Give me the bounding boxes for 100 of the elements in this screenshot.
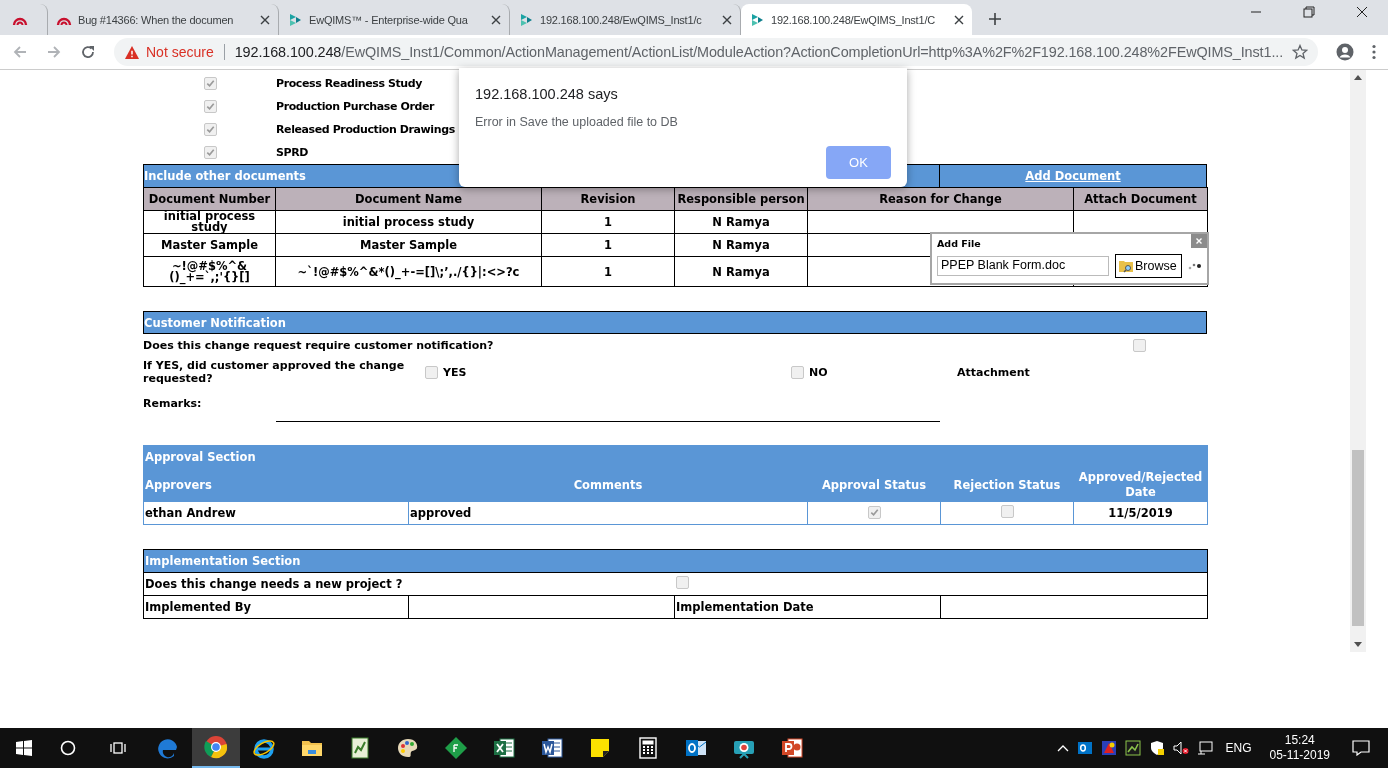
section-header: Customer Notification bbox=[143, 311, 1207, 334]
section-header: Implementation Section bbox=[143, 549, 1208, 573]
folder-search-icon bbox=[1118, 259, 1134, 273]
spreadsheet-icon bbox=[492, 736, 516, 760]
table-cell: ethan Andrew bbox=[143, 501, 409, 525]
checkbox[interactable] bbox=[791, 365, 804, 379]
restore-icon[interactable] bbox=[1303, 6, 1315, 18]
document-label: Production Purchase Order bbox=[276, 100, 434, 113]
notification-icon[interactable] bbox=[1352, 740, 1370, 756]
column-header: Document Name bbox=[275, 187, 542, 211]
field-label: Implementation Date bbox=[674, 595, 941, 619]
menu-icon[interactable] bbox=[1372, 44, 1376, 60]
remarks-label: Remarks: bbox=[143, 396, 203, 410]
column-header: Revision bbox=[541, 187, 675, 211]
table-cell: Master Sample bbox=[143, 233, 276, 257]
checkbox[interactable] bbox=[675, 576, 689, 589]
browse-button[interactable]: Browse bbox=[1115, 254, 1182, 278]
table-cell: ~`!@#$%^&*()_+-=[]\;’,./{}|:<>?c bbox=[275, 256, 542, 287]
checkbox[interactable] bbox=[1000, 505, 1014, 518]
checkbox[interactable] bbox=[204, 123, 217, 136]
chart-notepad-icon bbox=[348, 736, 372, 760]
table-cell: 11/5/2019 bbox=[1073, 501, 1208, 525]
question-label: Does this change needs a new project ? bbox=[143, 572, 675, 596]
tab-title: 192.168.100.248/EwQIMS_Inst1/C bbox=[771, 13, 936, 26]
new-tab-icon[interactable] bbox=[988, 12, 1002, 26]
document-label: Process Readiness Study bbox=[276, 77, 423, 90]
close-icon[interactable] bbox=[954, 14, 964, 25]
question-label: If YES, did customer approved the change requested? bbox=[143, 359, 406, 385]
warning-icon bbox=[124, 44, 140, 60]
url-text: 192.168.100.248/EwQIMS_Inst1/Common/ActionManagement/ActionList/ModuleAction?ActionCompletionUrl=http%3A%2F%2F192.168.100.248%2FEwQIMS_Inst1... bbox=[234, 44, 1285, 60]
windows-logo-icon[interactable] bbox=[16, 740, 32, 756]
section-header: Include other documents bbox=[144, 169, 306, 183]
presentation-icon bbox=[780, 736, 804, 760]
dialog-title: 192.168.100.248 says bbox=[475, 86, 619, 102]
tab-title: EwQIMS™ - Enterprise-wide Qua bbox=[309, 13, 469, 26]
popup-title: Add File bbox=[937, 237, 981, 249]
section-header: Approval Section bbox=[143, 445, 1208, 469]
chart-icon[interactable] bbox=[1125, 740, 1142, 756]
leaf-logo-icon bbox=[749, 11, 765, 28]
close-icon[interactable] bbox=[1356, 6, 1368, 18]
diamond-icon bbox=[444, 736, 468, 760]
chevron-up-icon[interactable] bbox=[1057, 744, 1070, 752]
column-header: Attach Document bbox=[1073, 187, 1208, 211]
browser-icon bbox=[156, 736, 180, 760]
profile-icon[interactable] bbox=[1336, 43, 1354, 61]
checkbox[interactable] bbox=[425, 365, 438, 379]
column-header: Comments bbox=[408, 468, 808, 502]
close-icon[interactable] bbox=[722, 14, 732, 25]
table-cell: N Ramya bbox=[674, 256, 808, 287]
star-icon[interactable] bbox=[1292, 44, 1308, 60]
column-header: Reason for Change bbox=[807, 187, 1074, 211]
checkbox[interactable] bbox=[204, 100, 217, 113]
column-header: Approved/Rejected Date bbox=[1073, 468, 1208, 502]
file-name-field[interactable]: PPEP Blank Form.doc bbox=[937, 256, 1109, 276]
circle-logo-icon bbox=[204, 735, 228, 759]
scrollbar-thumb[interactable] bbox=[1352, 450, 1364, 626]
scroll-down-icon[interactable] bbox=[1354, 642, 1362, 648]
table-cell: N Ramya bbox=[674, 210, 808, 234]
address-bar[interactable]: Not secure 192.168.100.248/EwQIMS_Inst1/Common/ActionManagement/ActionList/ModuleAction?ActionCompletionUrl=http%3A%2F%2F192.168.100.248%2FEwQIMS_Inst1... bbox=[114, 38, 1318, 66]
browser-tab[interactable]: 192.168.100.248/EwQIMS_Inst1/C bbox=[741, 4, 972, 35]
table-cell: 1 bbox=[541, 256, 675, 287]
clock-time[interactable]: 15:24 bbox=[1284, 733, 1315, 748]
table-cell: N Ramya bbox=[674, 233, 808, 257]
leaf-logo-icon bbox=[287, 11, 303, 28]
speaker-muted-icon[interactable] bbox=[1173, 740, 1190, 756]
reload-icon[interactable] bbox=[80, 44, 96, 60]
field-label: Implemented By bbox=[143, 595, 409, 619]
mail-icon[interactable] bbox=[1077, 740, 1094, 756]
dialog-message: Error in Save the uploaded file to DB bbox=[475, 115, 679, 129]
task-view-icon[interactable] bbox=[110, 740, 126, 756]
tab-title: 192.168.100.248/EwQIMS_Inst1/c bbox=[540, 13, 703, 26]
option-label: NO bbox=[809, 365, 828, 379]
scroll-up-icon[interactable] bbox=[1354, 74, 1362, 80]
close-icon[interactable] bbox=[491, 14, 501, 25]
monitor-icon[interactable] bbox=[1197, 740, 1214, 756]
checkbox[interactable] bbox=[1133, 339, 1146, 352]
close-icon[interactable] bbox=[260, 14, 270, 25]
dots-icon bbox=[1187, 262, 1202, 270]
sticky-note-icon bbox=[588, 736, 612, 760]
column-header: Approvers bbox=[143, 468, 409, 502]
attachment-label: Attachment bbox=[957, 365, 1030, 379]
table-cell: 1 bbox=[541, 210, 675, 234]
globe-icon bbox=[252, 736, 276, 760]
clock-date[interactable]: 05-11-2019 bbox=[1269, 748, 1330, 763]
table-cell: approved bbox=[408, 501, 808, 525]
security-warning: Not secure bbox=[146, 44, 214, 60]
leaf-logo-icon bbox=[518, 11, 534, 28]
question-label: Does this change request require customer notification? bbox=[143, 339, 494, 352]
column-header: Document Number bbox=[143, 187, 276, 211]
column-header: Approval Status bbox=[807, 468, 941, 502]
table-cell: ~!@#$%^&()_+=`,;'{}[] bbox=[143, 256, 276, 287]
language-indicator[interactable]: ENG bbox=[1225, 741, 1252, 755]
checkbox[interactable] bbox=[867, 505, 881, 519]
taskbar-app[interactable] bbox=[192, 728, 240, 768]
column-header: Responsible person bbox=[674, 187, 808, 211]
checkbox[interactable] bbox=[204, 146, 217, 159]
checkbox[interactable] bbox=[204, 77, 217, 90]
table-cell: Master Sample bbox=[275, 233, 542, 257]
column-header: Rejection Status bbox=[940, 468, 1074, 502]
search-icon[interactable] bbox=[60, 740, 76, 756]
